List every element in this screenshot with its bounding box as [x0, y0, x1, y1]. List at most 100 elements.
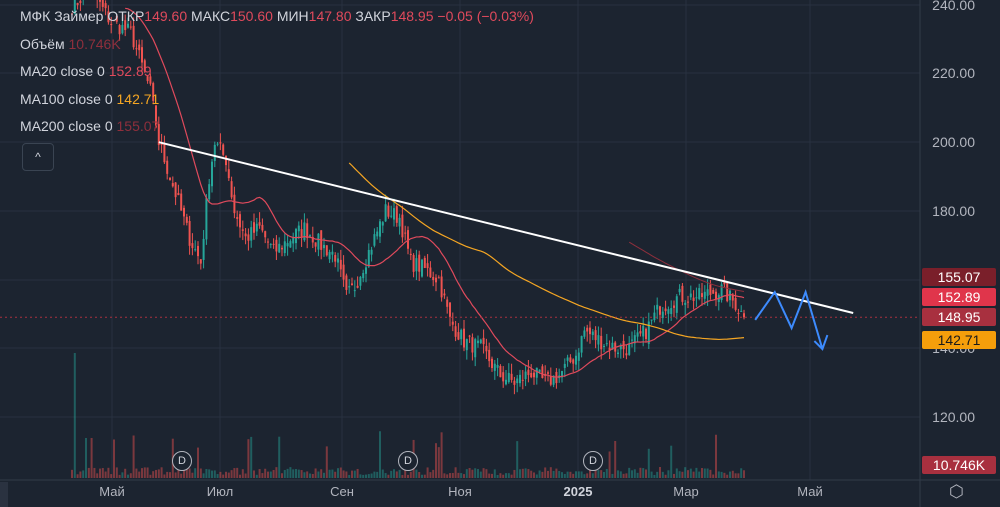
- close-label: ЗАКР: [355, 8, 391, 24]
- volume-bar: [591, 473, 594, 478]
- volume-bar: [659, 467, 661, 478]
- dividend-marker[interactable]: D: [583, 451, 603, 471]
- candle-body: [211, 161, 213, 187]
- candle-body: [281, 247, 283, 250]
- volume-bar: [309, 473, 311, 478]
- volume-bar: [191, 472, 194, 478]
- volume-bar: [681, 471, 684, 478]
- volume-bar: [216, 474, 219, 478]
- candle-body: [605, 343, 608, 345]
- candle-body: [549, 376, 552, 385]
- volume-bar: [488, 473, 491, 478]
- volume-bar: [650, 471, 653, 478]
- volume-bar: [608, 451, 611, 478]
- candle-body: [253, 222, 255, 233]
- ma20-label: MA20 close 0: [20, 63, 105, 79]
- volume-bar: [283, 470, 286, 478]
- candle-body: [740, 310, 743, 312]
- volume-bar: [426, 467, 429, 478]
- low-value: 147.80: [308, 8, 352, 24]
- volume-bar: [303, 472, 306, 478]
- candle-body: [177, 192, 180, 196]
- candle-body: [524, 371, 527, 380]
- volume-bar: [418, 472, 421, 478]
- volume-bar: [521, 468, 524, 478]
- ma200-value: 155.07: [116, 118, 160, 134]
- volume-bar: [628, 467, 631, 478]
- volume-bar: [188, 468, 191, 478]
- volume-bar: [99, 468, 101, 478]
- candle-body: [673, 305, 675, 308]
- candle-body: [303, 222, 306, 241]
- candle-body: [188, 221, 191, 246]
- volume-bar: [457, 472, 460, 478]
- dividend-marker[interactable]: D: [172, 451, 192, 471]
- candle-body: [415, 258, 418, 272]
- settings-icon[interactable]: ⬡: [949, 482, 964, 502]
- candle-body: [278, 243, 281, 253]
- volume-bar: [87, 467, 90, 478]
- volume-bar: [611, 473, 614, 478]
- volume-bar: [255, 474, 258, 478]
- volume-bar: [247, 439, 250, 478]
- volume-bar: [292, 469, 295, 478]
- candle-body: [703, 291, 706, 299]
- volume-bar: [90, 438, 93, 478]
- high-value: 150.60: [230, 8, 273, 24]
- ohlc-legend: МФК Займер ОТКР149.60 МАКС150.60 МИН147.…: [20, 8, 534, 24]
- volume-bar: [698, 471, 701, 478]
- candle-body: [390, 215, 393, 217]
- ma200-legend[interactable]: MA200 close 0 155.07: [20, 118, 159, 134]
- candle-body: [659, 306, 661, 315]
- volume-bar: [477, 469, 479, 478]
- candle-body: [213, 144, 216, 161]
- volume-bar: [267, 471, 269, 478]
- volume-bar: [631, 470, 633, 478]
- volume-bar: [687, 470, 689, 478]
- volume-bar: [152, 471, 155, 478]
- candle-body: [255, 223, 258, 232]
- ma100-legend[interactable]: MA100 close 0 142.71: [20, 91, 159, 107]
- volume-bar: [239, 474, 241, 478]
- candle-body: [323, 244, 325, 249]
- volume-bar: [362, 474, 365, 478]
- volume-bar: [250, 436, 253, 478]
- candle-body: [345, 275, 348, 290]
- dividend-marker[interactable]: D: [398, 451, 418, 471]
- volume-bar: [558, 471, 561, 478]
- candle-body: [356, 285, 359, 288]
- volume-legend[interactable]: Объём 10.746K: [20, 36, 121, 52]
- volume-bar: [261, 473, 264, 478]
- ma20-legend[interactable]: MA20 close 0 152.89: [20, 63, 152, 79]
- volume-bar: [726, 474, 729, 478]
- price-tick: 200.00: [932, 134, 975, 150]
- candle-body: [286, 243, 289, 247]
- candle-body: [701, 293, 703, 298]
- volume-bar: [331, 469, 334, 478]
- volume-bar: [71, 469, 73, 478]
- candle-body: [348, 286, 351, 288]
- candle-body: [426, 263, 429, 269]
- volume-bar: [633, 469, 636, 478]
- candle-body: [409, 253, 412, 256]
- candle-body: [493, 363, 496, 371]
- volume-bar: [717, 471, 720, 478]
- volume-bar: [401, 474, 404, 478]
- candle-body: [715, 291, 717, 299]
- candle-body: [589, 327, 591, 335]
- volume-bar: [163, 474, 166, 478]
- volume-bar: [141, 468, 143, 478]
- candle-body: [384, 204, 387, 222]
- candle-body: [482, 337, 485, 345]
- volume-bar: [734, 473, 737, 478]
- volume-bar: [432, 469, 435, 478]
- volume-bar: [208, 469, 211, 478]
- collapse-legend-button[interactable]: ^: [22, 143, 54, 171]
- volume-bar: [656, 471, 659, 478]
- candle-body: [398, 217, 401, 227]
- volume-bar: [107, 467, 110, 478]
- volume-bar: [538, 470, 541, 478]
- volume-bar: [157, 469, 160, 478]
- volume-bar: [519, 469, 521, 478]
- candle-body: [261, 224, 264, 231]
